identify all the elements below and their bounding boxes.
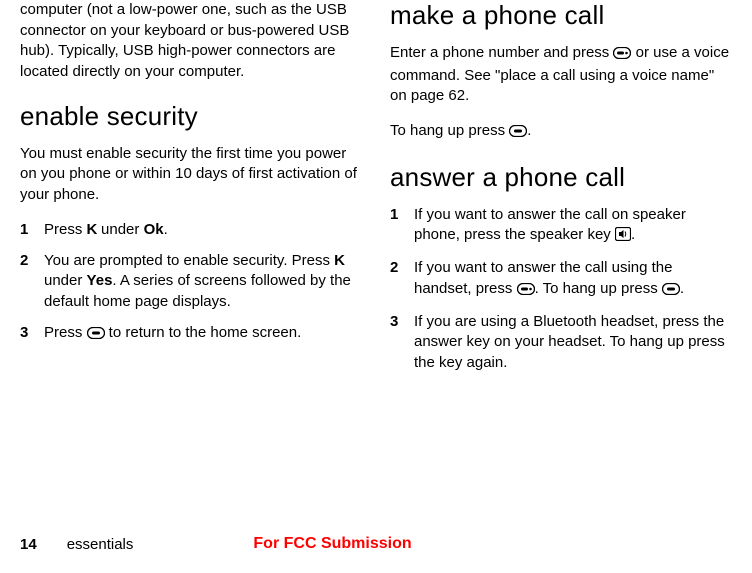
softkey-label: K (87, 221, 97, 238)
fcc-notice: For FCC Submission (253, 535, 411, 553)
text: Enter a phone number and press (390, 44, 613, 61)
send-key-icon (613, 45, 631, 66)
answer-steps: If you want to answer the call on speake… (390, 205, 732, 374)
page-number: 14 (20, 536, 37, 553)
speaker-key-icon (615, 227, 631, 248)
make-call-paragraph: Enter a phone number and press or use a … (390, 43, 732, 107)
end-key-icon (87, 325, 105, 346)
text: . (631, 226, 635, 243)
text: If you are using a Bluetooth headset, pr… (414, 313, 725, 371)
security-step-3: Press to return to the home screen. (20, 323, 362, 346)
step-text: to return to the home screen. (105, 324, 302, 341)
page-footer: 14 essentials For FCC Submission (0, 535, 752, 553)
step-text: Press (44, 221, 87, 238)
enable-security-heading: enable security (20, 101, 362, 132)
answer-step-3: If you are using a Bluetooth headset, pr… (390, 312, 732, 374)
usb-paragraph: computer (not a low-power one, such as t… (20, 0, 362, 83)
footer-section-name: essentials (67, 536, 134, 553)
step-text: under (97, 221, 144, 238)
step-text: You are prompted to enable security. Pre… (44, 252, 334, 269)
step-text: . (164, 221, 168, 238)
step-text: under (44, 272, 87, 289)
text: To hang up press (390, 122, 509, 139)
hangup-paragraph: To hang up press . (390, 121, 732, 144)
answer-call-heading: answer a phone call (390, 162, 732, 193)
answer-step-1: If you want to answer the call on speake… (390, 205, 732, 248)
security-step-2: You are prompted to enable security. Pre… (20, 251, 362, 313)
step-text: Press (44, 324, 87, 341)
right-column: make a phone call Enter a phone number a… (390, 0, 732, 384)
ok-label: Ok (144, 221, 164, 238)
softkey-label: K (334, 252, 344, 269)
text: . (527, 122, 531, 139)
yes-label: Yes (87, 272, 113, 289)
make-call-heading: make a phone call (390, 0, 732, 31)
text: . To hang up press (535, 280, 662, 297)
security-step-1: Press K under Ok. (20, 220, 362, 241)
send-key-icon (517, 281, 535, 302)
security-steps: Press K under Ok. You are prompted to en… (20, 220, 362, 345)
security-intro: You must enable security the first time … (20, 144, 362, 206)
end-key-icon (509, 123, 527, 144)
text: If you want to answer the call on speake… (414, 206, 686, 244)
answer-step-2: If you want to answer the call using the… (390, 258, 732, 301)
left-column: computer (not a low-power one, such as t… (20, 0, 362, 384)
end-key-icon (662, 281, 680, 302)
text: . (680, 280, 684, 297)
